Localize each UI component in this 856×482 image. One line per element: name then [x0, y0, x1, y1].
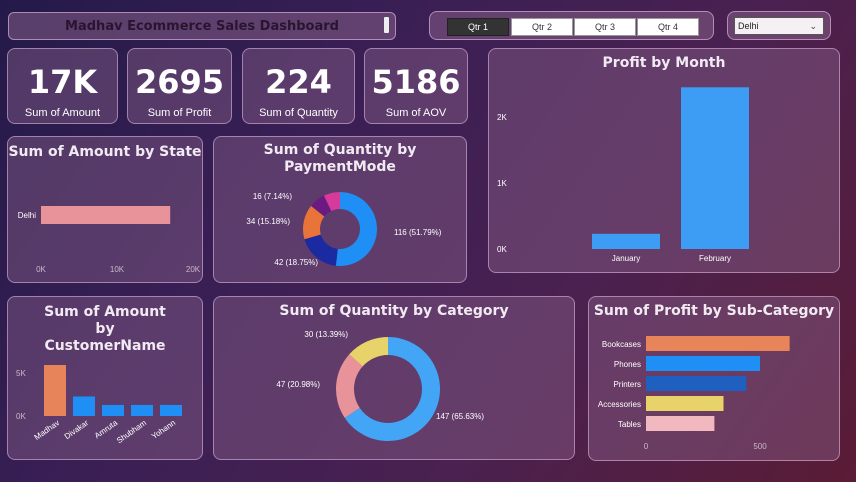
slice-label: 47 (20.98%): [276, 380, 320, 389]
kpi-profit-label: Sum of Profit: [147, 107, 212, 119]
category-label: Bookcases: [602, 340, 641, 349]
quarter-button-q2[interactable]: Qtr 2: [511, 18, 573, 36]
category-label: February: [699, 254, 731, 263]
slice-label: 30 (13.39%): [304, 330, 348, 339]
kpi-card-aov: 5186 Sum of AOV: [364, 48, 468, 124]
title-scrollbar[interactable]: [384, 17, 389, 33]
x-tick-label: 10K: [110, 265, 125, 274]
category-label: Yohann: [150, 418, 177, 441]
chart-profit-by-subcategory: Sum of Profit by Sub-Category Bookcases P…: [588, 296, 840, 461]
bar: [681, 87, 749, 249]
quarter-button-q3[interactable]: Qtr 3: [574, 18, 636, 36]
bar: [102, 404, 124, 416]
kpi-profit-value: 2695: [134, 63, 225, 101]
chart-amount-by-state: Sum of Amount by State Delhi 0K 10K 20K: [7, 136, 203, 283]
y-tick-label: 5K: [16, 369, 26, 378]
kpi-card-quantity: 224 Sum of Quantity: [242, 48, 355, 124]
y-tick-label: 0K: [16, 412, 26, 421]
bar: [160, 404, 182, 416]
x-tick-label: 0K: [36, 265, 46, 274]
category-label: January: [612, 254, 640, 263]
chart-svg: Bookcases Phones Printers Accessories Tables…: [598, 336, 790, 451]
x-tick-label: 20K: [186, 265, 201, 274]
chart-amount-by-customer: Sum of Amount by CustomerName 5K 0K Madhav…: [7, 296, 203, 460]
quarter-button-q1[interactable]: Qtr 1: [447, 18, 509, 36]
pie-slice: [336, 354, 363, 418]
pie-slice: [335, 192, 378, 266]
slice-label: 116 (51.79%): [394, 228, 442, 237]
chart-svg: 116 (51.79%) 42 (18.75%) 34 (15.18%) 16 (7.…: [246, 192, 442, 267]
kpi-quantity-label: Sum of Quantity: [259, 107, 338, 119]
chart-quantity-by-paymentmode: Sum of Quantity by PaymentMode 116 (51.7…: [213, 136, 467, 283]
bar: [73, 396, 95, 416]
x-tick-label: 500: [753, 442, 767, 451]
category-label: Printers: [613, 380, 641, 389]
chevron-down-icon: ⌄: [809, 21, 817, 31]
bar: [131, 404, 153, 416]
bar: [592, 233, 660, 249]
x-tick-label: 0: [644, 442, 649, 451]
bar: [646, 356, 760, 371]
slice-label: 42 (18.75%): [274, 258, 318, 267]
bar: [646, 336, 790, 351]
y-tick-label: 0K: [497, 245, 507, 254]
category-label: Madhav: [33, 418, 61, 442]
slice-label: 16 (7.14%): [253, 192, 292, 201]
chart-quantity-by-category: Sum of Quantity by Category 147 (65.63%)…: [213, 296, 575, 460]
kpi-card-profit: 2695 Sum of Profit: [127, 48, 232, 124]
state-dropdown-value: Delhi: [738, 21, 759, 31]
chart-profit-by-month: Profit by Month 0K 1K 2K January February: [488, 48, 840, 273]
dashboard-title: Madhav Ecommerce Sales Dashboard: [65, 19, 339, 34]
slice-label: 147 (65.63%): [436, 412, 484, 421]
chart-svg: 0K 1K 2K January February: [497, 87, 749, 263]
dashboard: { "header": { "title": "Madhav Ecommerce…: [0, 0, 856, 482]
state-dropdown[interactable]: Delhi ⌄: [734, 17, 824, 35]
category-label: Tables: [618, 420, 641, 429]
bar: [646, 416, 715, 431]
kpi-quantity-value: 224: [265, 63, 332, 101]
bar: [646, 376, 747, 391]
bar: [41, 206, 171, 224]
chart-svg: Delhi 0K 10K 20K: [18, 206, 201, 274]
chart-svg: 5K0KMadhav Divakar AmrutaShubham Yohann: [16, 365, 182, 445]
dashboard-title-box: Madhav Ecommerce Sales Dashboard: [8, 12, 396, 40]
category-label: Phones: [614, 360, 641, 369]
chart-svg: 147 (65.63%) 47 (20.98%) 30 (13.39%): [276, 330, 484, 441]
category-label: Divakar: [63, 418, 91, 441]
kpi-amount-label: Sum of Amount: [24, 107, 101, 119]
state-filter-card: Delhi ⌄: [727, 11, 831, 40]
y-tick-label: 1K: [497, 179, 507, 188]
category-label: Accessories: [598, 400, 641, 409]
quarter-button-q4[interactable]: Qtr 4: [637, 18, 699, 36]
kpi-aov-label: Sum of AOV: [385, 107, 447, 119]
kpi-amount-value: 17K: [27, 63, 98, 101]
category-label: Shubham: [115, 418, 148, 445]
bar: [646, 396, 724, 411]
kpi-aov-value: 5186: [371, 63, 461, 101]
quarter-slicer: Qtr 1 Qtr 2 Qtr 3 Qtr 4: [429, 11, 714, 40]
bar: [44, 365, 66, 416]
slice-label: 34 (15.18%): [246, 217, 290, 226]
kpi-card-amount: 17K Sum of Amount: [7, 48, 118, 124]
category-label: Delhi: [18, 211, 36, 220]
y-tick-label: 2K: [497, 113, 507, 122]
